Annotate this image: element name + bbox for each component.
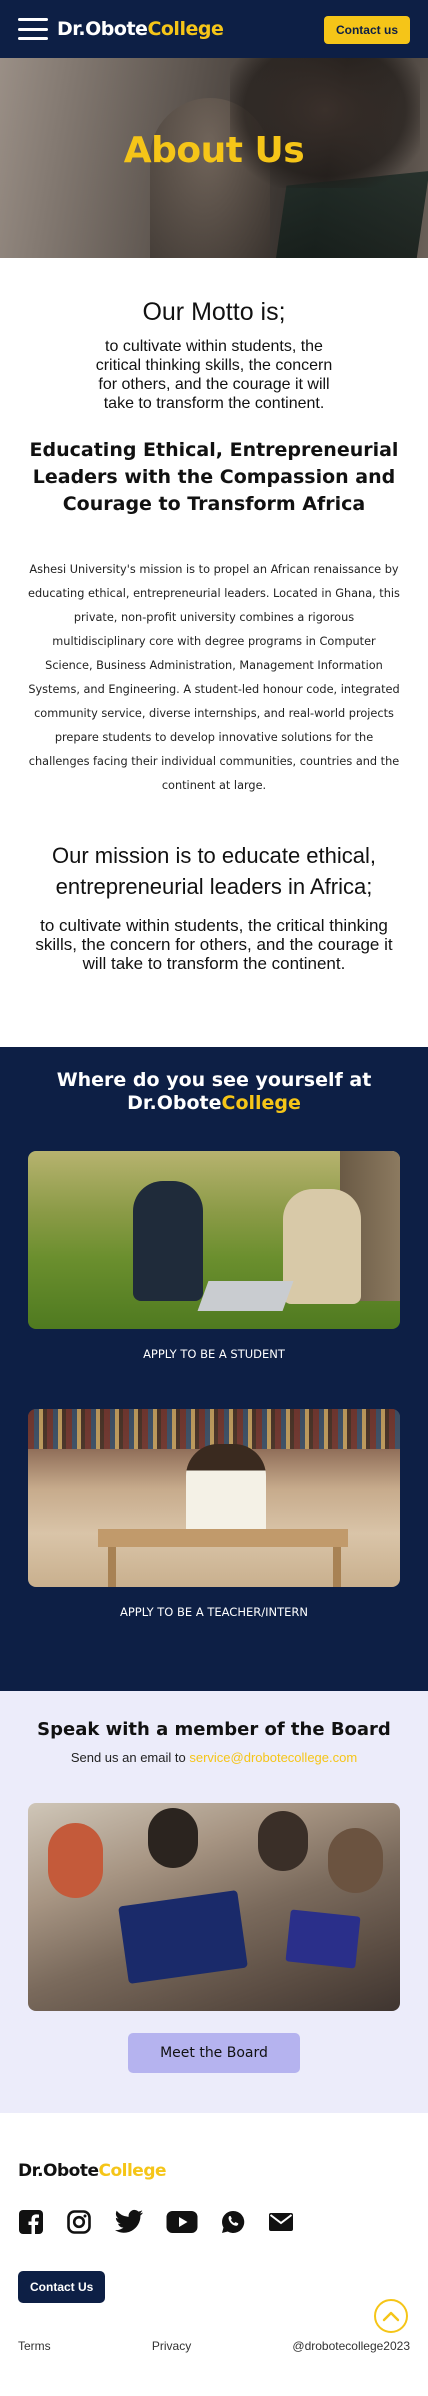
email-link[interactable]: service@drobotecollege.com bbox=[189, 1750, 357, 1765]
hamburger-menu-icon[interactable] bbox=[18, 18, 48, 40]
board-photo bbox=[28, 1803, 400, 2011]
where-heading-accent: College bbox=[221, 1092, 301, 1114]
where-heading-name: Dr.Obote bbox=[127, 1092, 222, 1114]
page-title: About Us bbox=[123, 130, 305, 171]
board-heading: Speak with a member of the Board bbox=[37, 1719, 391, 1740]
tagline: Educating Ethical, Entrepreneurial Leade… bbox=[29, 439, 399, 515]
instagram-icon[interactable] bbox=[66, 2209, 92, 2235]
hero-banner: About Us bbox=[0, 58, 428, 258]
about-paragraph: Ashesi University's mission is to propel… bbox=[28, 563, 400, 792]
logo-name: Dr.Obote bbox=[57, 18, 148, 40]
mission-heading: Our mission is to educate ethical, entre… bbox=[51, 843, 377, 899]
site-logo[interactable]: Dr.OboteCollege bbox=[57, 18, 224, 40]
motto-heading: Our Motto is; bbox=[142, 298, 286, 326]
footer-logo-accent: College bbox=[98, 2161, 167, 2181]
logo-accent: College bbox=[147, 18, 224, 40]
students-photo bbox=[28, 1151, 400, 1329]
where-section: Where do you see yourself at Dr.OboteCol… bbox=[0, 1047, 428, 1691]
hero-background-image bbox=[150, 98, 270, 258]
apply-teacher-link[interactable]: APPLY TO BE A TEACHER/INTERN bbox=[28, 1605, 400, 1619]
chevron-up-icon bbox=[382, 2311, 400, 2322]
whatsapp-icon[interactable] bbox=[220, 2209, 246, 2235]
apply-student-link[interactable]: APPLY TO BE A STUDENT bbox=[28, 1347, 400, 1361]
footer-logo-name: Dr.Obote bbox=[18, 2161, 99, 2181]
board-email-line: Send us an email to service@drobotecolle… bbox=[28, 1750, 400, 1765]
where-heading: Where do you see yourself at Dr.OboteCol… bbox=[28, 1069, 400, 1115]
teacher-photo bbox=[28, 1409, 400, 1587]
board-section: Speak with a member of the Board Send us… bbox=[0, 1691, 428, 2113]
social-handle: @drobotecollege2023 bbox=[292, 2339, 410, 2353]
motto-section: Our Motto is; to cultivate within studen… bbox=[0, 258, 428, 973]
where-heading-text: Where do you see yourself at bbox=[56, 1069, 372, 1091]
mail-icon[interactable] bbox=[268, 2211, 294, 2233]
footer: Dr.OboteCollege Contact Us Terms Privacy… bbox=[0, 2113, 428, 2373]
footer-contact-button[interactable]: Contact Us bbox=[18, 2271, 106, 2303]
youtube-icon[interactable] bbox=[166, 2210, 198, 2234]
social-links bbox=[18, 2209, 410, 2235]
terms-link[interactable]: Terms bbox=[18, 2339, 51, 2353]
footer-legal: Terms Privacy @drobotecollege2023 bbox=[18, 2339, 410, 2353]
mission-text: to cultivate within students, the critic… bbox=[35, 916, 393, 973]
motto-text: to cultivate within students, the critic… bbox=[95, 338, 333, 412]
contact-us-button[interactable]: Contact us bbox=[323, 16, 410, 44]
privacy-link[interactable]: Privacy bbox=[152, 2339, 191, 2353]
scroll-to-top-button[interactable] bbox=[374, 2299, 408, 2333]
email-prefix: Send us an email to bbox=[70, 1750, 186, 1765]
facebook-icon[interactable] bbox=[18, 2209, 44, 2235]
twitter-icon[interactable] bbox=[114, 2209, 144, 2235]
navbar: Dr.OboteCollege Contact us bbox=[0, 0, 428, 58]
meet-the-board-button[interactable]: Meet the Board bbox=[128, 2033, 300, 2073]
footer-logo[interactable]: Dr.OboteCollege bbox=[18, 2161, 410, 2181]
